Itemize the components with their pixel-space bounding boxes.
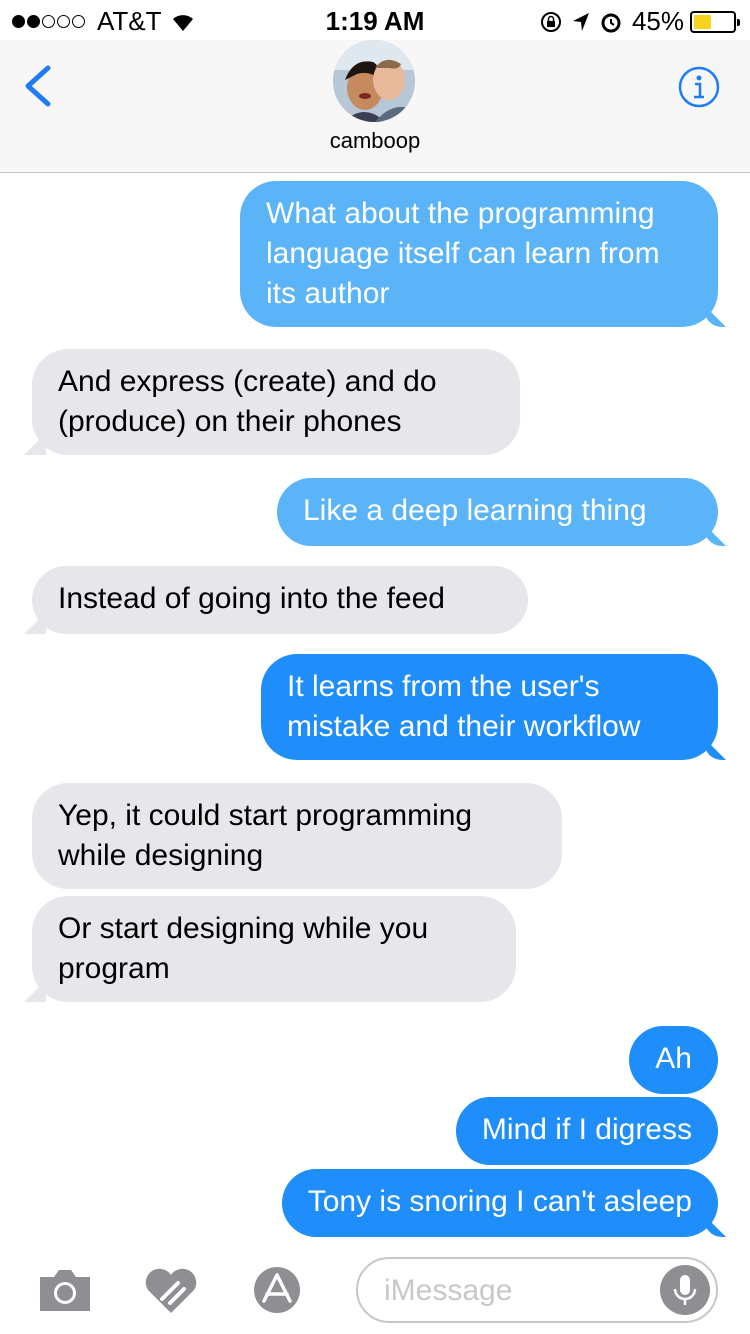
status-right: 45% (540, 6, 740, 37)
message-bubble-outgoing[interactable]: What about the programming language itse… (240, 181, 718, 327)
contact-name[interactable]: camboop (0, 128, 750, 154)
message-line: Like a deep learning thing (303, 494, 647, 527)
location-arrow-icon (572, 12, 589, 31)
digital-touch-heart-icon[interactable] (142, 1265, 200, 1315)
message-input-field[interactable] (356, 1257, 718, 1323)
message-thread[interactable]: What about the programming language itse… (0, 173, 750, 1243)
back-chevron-icon[interactable] (20, 64, 60, 108)
info-icon[interactable] (678, 66, 720, 108)
message-bubble-incoming[interactable]: Instead of going into the feed (32, 566, 528, 634)
message-line: Ah (655, 1042, 692, 1075)
app-store-icon[interactable] (248, 1265, 306, 1315)
message-bubble-outgoing[interactable]: Ah (629, 1026, 718, 1094)
message-line: It learns from the user's (287, 670, 600, 703)
message-line: (produce) on their phones (58, 405, 402, 438)
message-line: Mind if I digress (481, 1113, 692, 1146)
battery-icon (690, 10, 740, 33)
message-bubble-outgoing[interactable]: Like a deep learning thing (277, 478, 718, 546)
message-bubble-incoming[interactable]: Or start designing while you program (32, 896, 516, 1002)
microphone-glyph (673, 1275, 697, 1305)
lock-rotation-icon (540, 11, 561, 32)
message-line: mistake and their workflow (287, 710, 641, 743)
message-line: Or start designing while you (58, 912, 429, 945)
message-line: Tony is snoring I can't asleep (307, 1185, 692, 1218)
message-bubble-outgoing[interactable]: Tony is snoring I can't asleep (281, 1169, 718, 1237)
avatar-photo (333, 40, 415, 122)
imessage-input[interactable] (384, 1271, 664, 1311)
message-line: program (58, 952, 170, 985)
message-line: Instead of going into the feed (58, 582, 445, 615)
camera-icon[interactable] (36, 1265, 94, 1315)
message-line: while designing (58, 839, 264, 872)
message-line: its author (266, 277, 390, 310)
compose-bar (0, 1243, 750, 1334)
message-line: And express (create) and do (58, 365, 437, 398)
message-bubble-outgoing[interactable]: Mind if I digress (455, 1097, 718, 1165)
microphone-icon[interactable] (660, 1265, 710, 1315)
contact-avatar[interactable] (333, 40, 415, 122)
message-bubble-outgoing[interactable]: It learns from the user's mistake and th… (261, 654, 718, 760)
alarm-icon (601, 13, 621, 32)
message-line: Yep, it could start programming (58, 799, 473, 832)
message-line: What about the programming (266, 197, 655, 230)
battery-percent: 45% (631, 6, 684, 36)
message-line: language itself can learn from (266, 237, 660, 270)
message-bubble-incoming[interactable]: And express (create) and do (produce) on… (32, 349, 520, 455)
status-bar: AT&T 1:19 AM 45% (0, 0, 750, 40)
battery-fill (694, 14, 712, 29)
conversation-header: camboop (0, 40, 750, 173)
message-bubble-incoming[interactable]: Yep, it could start programming while de… (32, 783, 562, 889)
